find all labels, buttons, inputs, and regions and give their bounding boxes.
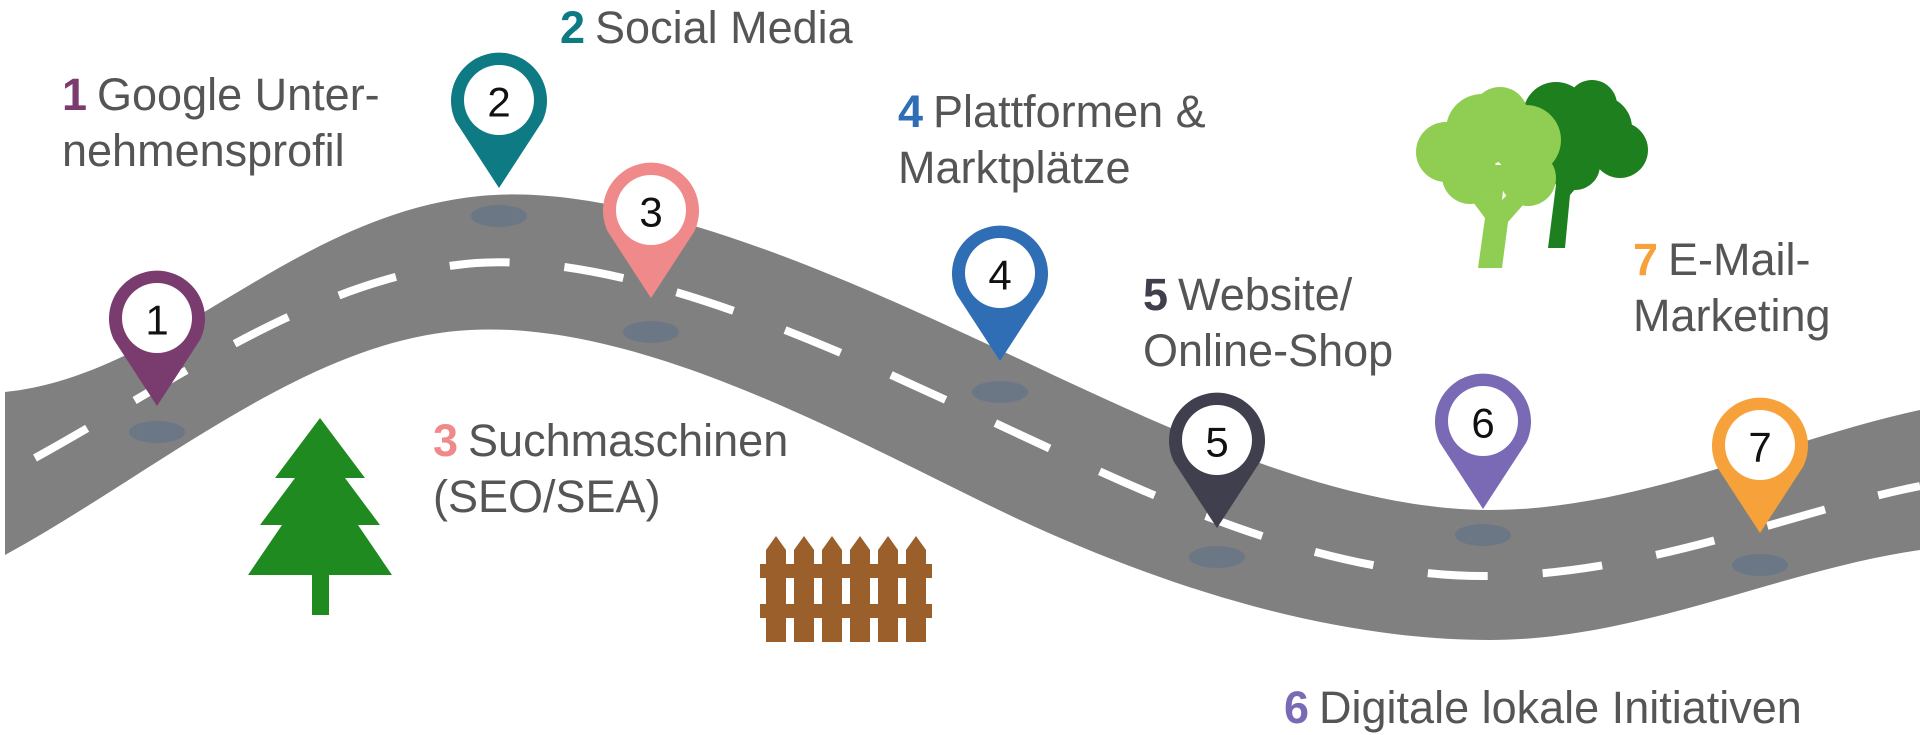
step-number-5: 5 — [1143, 269, 1169, 320]
step-number-3: 3 — [433, 415, 459, 466]
map-pin-number-6: 6 — [1471, 400, 1494, 447]
step-label-4-line-1: 4 Plattformen & — [898, 84, 1206, 140]
map-pin-number-1: 1 — [145, 297, 168, 344]
step-label-7-line-1: 7 E-Mail- — [1633, 232, 1831, 288]
step-text-1a: Google Unter- — [97, 69, 380, 120]
step-label-5-line-1: 5 Website/ — [1143, 267, 1393, 323]
step-label-6: 6 Digitale lokale Initiativen — [1284, 680, 1802, 735]
pin-shadow-5 — [1189, 546, 1245, 568]
step-text-3a: Suchmaschinen — [468, 415, 789, 466]
step-number-4: 4 — [898, 86, 924, 137]
map-pin-number-4: 4 — [988, 252, 1011, 299]
deciduous-trees-icon — [1416, 80, 1648, 268]
step-number-7: 7 — [1633, 234, 1659, 285]
step-label-3-line-1: 3 Suchmaschinen — [433, 413, 788, 469]
step-label-4: 4 Plattformen & Marktplätze — [898, 84, 1206, 196]
step-text-6a: Digitale lokale Initiativen — [1319, 682, 1802, 733]
pin-shadow-6 — [1455, 524, 1511, 546]
step-label-7-line-2: Marketing — [1633, 290, 1831, 341]
step-label-1-line-2: nehmensprofil — [62, 125, 345, 176]
step-label-6-line-1: 6 Digitale lokale Initiativen — [1284, 680, 1802, 735]
step-label-5-line-2: Online-Shop — [1143, 325, 1394, 376]
step-label-2: 2 Social Media — [560, 0, 853, 56]
step-label-2-line-1: 2 Social Media — [560, 0, 853, 56]
step-label-3: 3 Suchmaschinen (SEO/SEA) — [433, 413, 788, 525]
step-text-4a: Plattformen & — [933, 86, 1206, 137]
step-text-7a: E-Mail- — [1668, 234, 1811, 285]
map-pin-number-3: 3 — [639, 189, 662, 236]
step-text-5a: Website/ — [1178, 269, 1353, 320]
pin-shadow-1 — [129, 421, 185, 443]
pin-shadow-3 — [623, 321, 679, 343]
map-pin-6: 6 — [1435, 373, 1531, 509]
step-number-6: 6 — [1284, 682, 1310, 733]
map-pin-number-2: 2 — [487, 79, 510, 126]
step-text-2a: Social Media — [595, 2, 853, 53]
step-number-2: 2 — [560, 2, 586, 53]
map-pin-number-7: 7 — [1748, 424, 1771, 471]
map-pin-number-5: 5 — [1205, 419, 1228, 466]
step-label-3-line-2: (SEO/SEA) — [433, 471, 661, 522]
pin-shadow-4 — [972, 381, 1028, 403]
step-label-1-line-1: 1 Google Unter- — [62, 67, 380, 123]
step-label-5: 5 Website/ Online-Shop — [1143, 267, 1393, 379]
map-pin-2: 2 — [451, 52, 547, 188]
step-label-7: 7 E-Mail- Marketing — [1633, 232, 1831, 344]
wooden-fence-icon — [760, 536, 932, 642]
roadmap-diagram: 1234567 1 Google Unter- nehmensprofil 2 So… — [0, 0, 1920, 735]
step-label-4-line-2: Marktplätze — [898, 142, 1131, 193]
pine-tree-icon — [248, 418, 392, 615]
step-number-1: 1 — [62, 69, 88, 120]
step-label-1: 1 Google Unter- nehmensprofil — [62, 67, 380, 179]
pin-shadow-2 — [471, 205, 527, 227]
pin-shadow-7 — [1732, 554, 1788, 576]
